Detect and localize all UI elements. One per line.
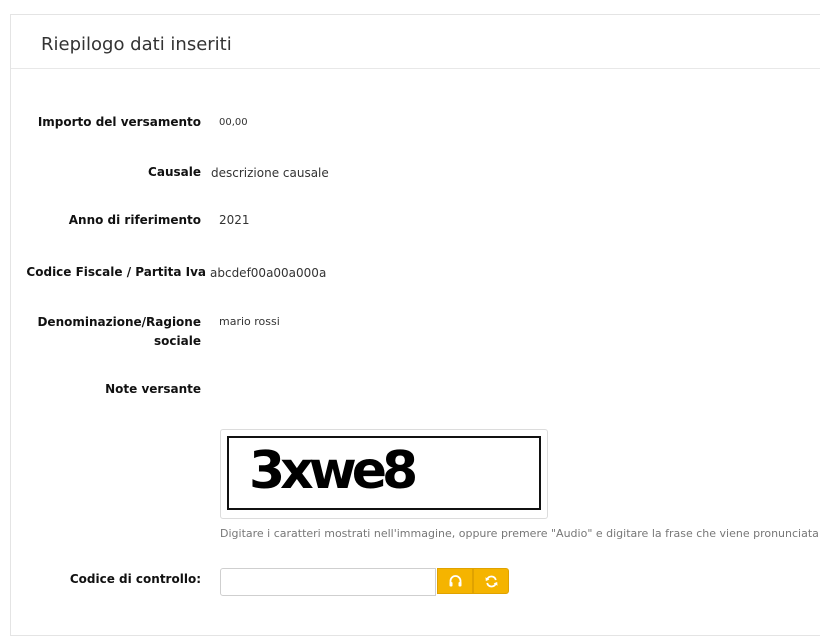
refresh-button[interactable] (473, 568, 509, 594)
note-label: Note versante (105, 382, 201, 396)
causale-label: Causale (148, 165, 201, 179)
captcha-image-text: 3xwe8 (249, 441, 418, 501)
panel-title: Riepilogo dati inseriti (41, 34, 232, 55)
captcha-image-frame: 3xwe8 (220, 429, 548, 519)
causale-value: descrizione causale (211, 166, 329, 180)
denominazione-label-line1: Denominazione/Ragione (37, 315, 201, 329)
codice-fiscale-value: abcdef00a00a000a (210, 266, 327, 280)
codice-fiscale-label: Codice Fiscale / Partita Iva (26, 265, 206, 279)
audio-button[interactable] (437, 568, 473, 594)
denominazione-label: Denominazione/Ragione sociale (37, 313, 201, 351)
control-code-label: Codice di controllo: (69, 572, 201, 586)
headphones-icon (449, 575, 462, 587)
refresh-icon (485, 575, 498, 588)
importo-value: 00,00 (219, 117, 248, 128)
captcha-image: 3xwe8 (227, 436, 541, 510)
panel-header: Riepilogo dati inseriti (11, 15, 820, 69)
captcha-help-text: Digitare i caratteri mostrati nell'immag… (220, 527, 820, 540)
denominazione-label-line2: sociale (154, 334, 201, 348)
importo-label: Importo del versamento (37, 115, 201, 129)
control-code-input[interactable] (220, 568, 436, 596)
anno-label: Anno di riferimento (68, 213, 201, 227)
anno-value: 2021 (219, 213, 250, 227)
denominazione-value: mario rossi (219, 315, 280, 328)
